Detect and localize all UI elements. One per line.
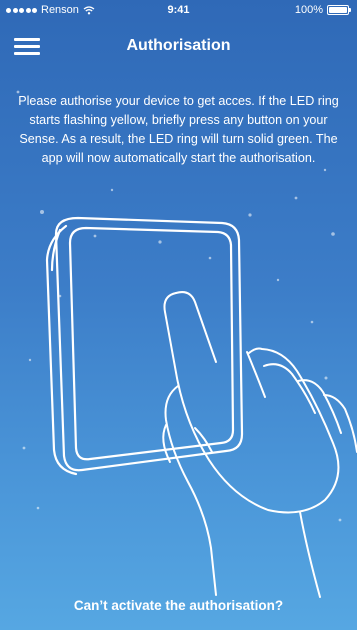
hand-icon (162, 291, 357, 598)
authorisation-screen: Renson 9:41 100% Authorisation Please au… (0, 0, 357, 630)
cant-activate-authorisation-link[interactable]: Can’t activate the authorisation? (0, 598, 357, 613)
sense-device-icon (45, 216, 244, 476)
hand-pressing-sense-device-illustration (16, 90, 357, 598)
